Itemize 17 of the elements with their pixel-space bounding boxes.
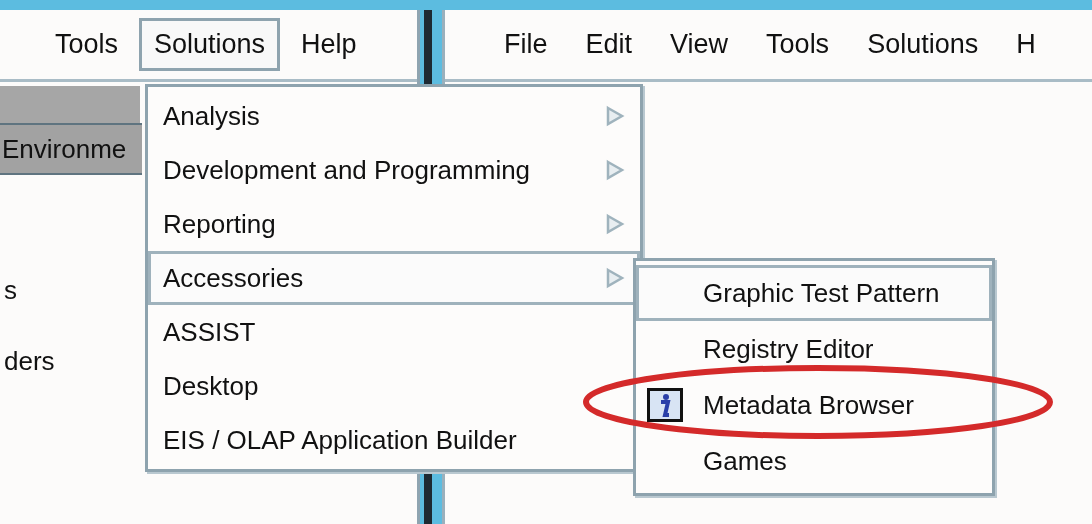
menu-item[interactable]: Analysis [148, 89, 640, 143]
menu-bar-item[interactable]: Help [286, 18, 372, 71]
menu-bar-item[interactable]: File [489, 18, 563, 71]
menu-bar-item[interactable]: Tools [751, 18, 845, 71]
menu-item[interactable]: Registry Editor [636, 321, 992, 377]
menu-item[interactable]: Games [636, 433, 992, 489]
menu-item[interactable]: Development and Programming [148, 143, 640, 197]
panel-tab[interactable]: Environme [0, 123, 142, 175]
menu-item[interactable]: Graphic Test Pattern [636, 265, 992, 321]
menu-bar-item[interactable]: Solutions [852, 18, 994, 71]
menu-item[interactable]: Reporting [148, 197, 640, 251]
menu-bar-item[interactable]: H [1001, 18, 1051, 71]
menu-bar-item[interactable]: Tools [40, 18, 134, 71]
menu-item[interactable]: Metadata Browser [636, 377, 992, 433]
menu-bar-item[interactable]: Edit [570, 18, 648, 71]
menu-bar-item[interactable]: Solutions [139, 18, 281, 71]
menu-bar-item[interactable]: View [655, 18, 744, 71]
